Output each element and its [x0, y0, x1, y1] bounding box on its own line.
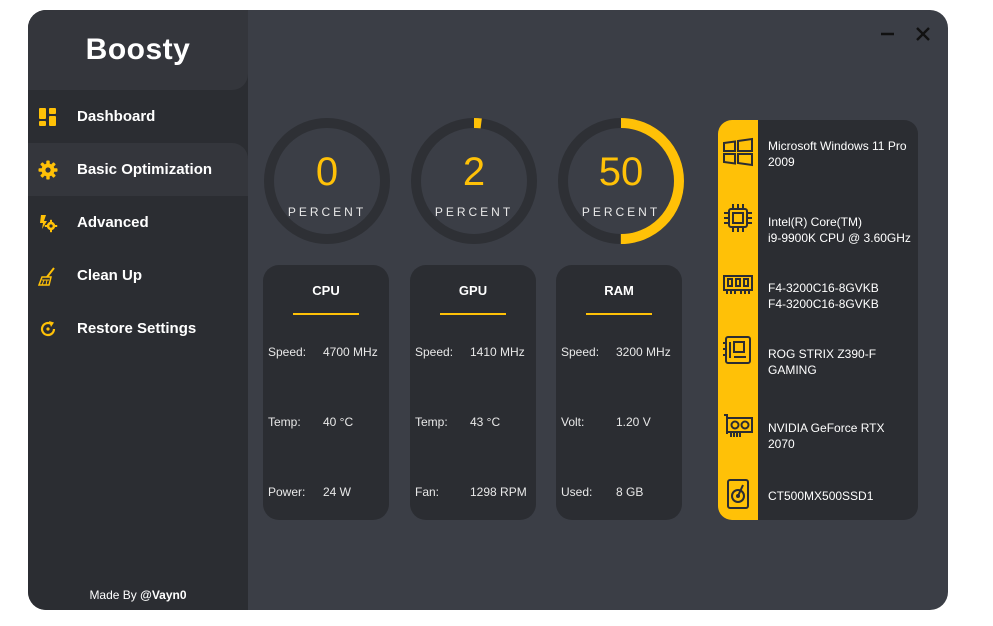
gauge-cpu-usage: 0 PERCENT [262, 116, 392, 246]
sidebar-item-advanced[interactable]: Advanced [28, 196, 248, 249]
gauge-gpu-usage: 2 PERCENT [409, 116, 539, 246]
info-line: NVIDIA GeForce RTX 2070 [768, 421, 885, 451]
stat-label: Speed: [561, 345, 600, 359]
minimize-icon[interactable] [878, 24, 898, 44]
card-title: RAM [604, 283, 634, 298]
info-line: F4-3200C16-8GVKB [768, 297, 879, 311]
sidebar-item-label: Dashboard [77, 108, 156, 125]
stat-value: 8 GB [616, 485, 644, 499]
stat-value: 1.20 V [616, 415, 651, 429]
cpu-info: Intel(R) Core(TM) i9-9900K CPU @ 3.60GHz [768, 214, 913, 246]
motherboard-info: ROG STRIX Z390-F GAMING [768, 346, 913, 378]
stat-label: Used: [561, 485, 593, 499]
info-line: Microsoft Windows 11 Pro [768, 139, 907, 153]
info-line: 2009 [768, 155, 795, 169]
info-line: i9-9900K CPU @ 3.60GHz [768, 231, 911, 245]
gpu-card: GPU Speed: 1410 MHz Temp: 43 °C Fan: 129… [410, 265, 536, 520]
close-icon[interactable] [913, 24, 933, 44]
gauge-ram-usage: 50 PERCENT [556, 116, 686, 246]
sidebar-item-basic-optimization[interactable]: Basic Optimization [28, 143, 248, 196]
sidebar-item-label: Restore Settings [77, 320, 197, 337]
sidebar-item-dashboard[interactable]: Dashboard [28, 90, 248, 143]
cpu-chip-icon [722, 202, 754, 234]
gauge-value: 0 [315, 150, 339, 194]
windows-icon [722, 136, 754, 168]
gpu-info: NVIDIA GeForce RTX 2070 [768, 420, 913, 452]
gauge-value: 50 [598, 150, 644, 194]
card-divider [440, 313, 506, 315]
cpu-card: CPU Speed: 4700 MHz Temp: 40 °C Power: 2… [263, 265, 389, 520]
app-window: Boosty Dashboard Basic Optimization Adva… [28, 10, 948, 610]
sidebar-item-clean-up[interactable]: Clean Up [28, 249, 248, 302]
stat-label: Temp: [268, 415, 301, 429]
ram-module-icon [722, 268, 754, 300]
graphics-card-icon [722, 410, 754, 442]
gauge-unit: PERCENT [434, 205, 514, 219]
dashboard-icon [37, 106, 59, 128]
app-logo: Boosty [85, 33, 191, 66]
stat-label: Speed: [415, 345, 454, 359]
broom-icon [37, 265, 59, 287]
footer-author: @Vayn0 [140, 588, 187, 602]
card-divider [586, 313, 652, 315]
info-line: CT500MX500SSD1 [768, 489, 874, 503]
stat-label: Fan: [415, 485, 440, 499]
motherboard-icon [722, 334, 754, 366]
stat-value: 24 W [323, 485, 352, 499]
stat-value: 1298 RPM [470, 485, 527, 499]
logo-area: Boosty [28, 10, 248, 90]
stat-label: Speed: [268, 345, 307, 359]
gear-icon [37, 159, 59, 181]
footer-prefix: Made By [89, 588, 141, 602]
storage-info: CT500MX500SSD1 [768, 488, 913, 504]
sidebar: Boosty Dashboard Basic Optimization Adva… [28, 10, 248, 610]
stat-value: 1410 MHz [470, 345, 525, 359]
ram-card: RAM Speed: 3200 MHz Volt: 1.20 V Used: 8… [556, 265, 682, 520]
sidebar-item-label: Basic Optimization [77, 161, 213, 178]
stat-value: 43 °C [470, 415, 501, 429]
stat-label: Temp: [415, 415, 448, 429]
footer-credit: Made By @Vayn0 [28, 588, 248, 602]
gauge-unit: PERCENT [287, 205, 367, 219]
sidebar-item-restore-settings[interactable]: Restore Settings [28, 302, 248, 355]
gauge-unit: PERCENT [581, 205, 661, 219]
info-line: F4-3200C16-8GVKB [768, 281, 879, 295]
stat-value: 40 °C [323, 415, 354, 429]
ram-info: F4-3200C16-8GVKB F4-3200C16-8GVKB [768, 280, 913, 312]
advanced-gear-icon [37, 212, 59, 234]
info-line: GAMING [768, 363, 817, 377]
card-title: CPU [312, 283, 340, 298]
sidebar-item-label: Clean Up [77, 267, 143, 284]
card-divider [293, 313, 359, 315]
hard-drive-icon [722, 478, 754, 510]
stat-label: Power: [268, 485, 306, 499]
card-title: GPU [458, 283, 488, 298]
os-info: Microsoft Windows 11 Pro 2009 [768, 138, 913, 170]
info-icon-strip [718, 120, 758, 520]
info-line: Intel(R) Core(TM) [768, 215, 863, 229]
stat-value: 4700 MHz [323, 345, 378, 359]
stat-label: Volt: [561, 415, 585, 429]
sidebar-item-label: Advanced [77, 214, 149, 231]
gauge-value: 2 [462, 150, 486, 194]
stat-value: 3200 MHz [616, 345, 671, 359]
restore-icon [37, 318, 59, 340]
system-info-panel: Microsoft Windows 11 Pro 2009 Intel(R) C… [718, 120, 918, 520]
info-line: ROG STRIX Z390-F [768, 347, 877, 361]
